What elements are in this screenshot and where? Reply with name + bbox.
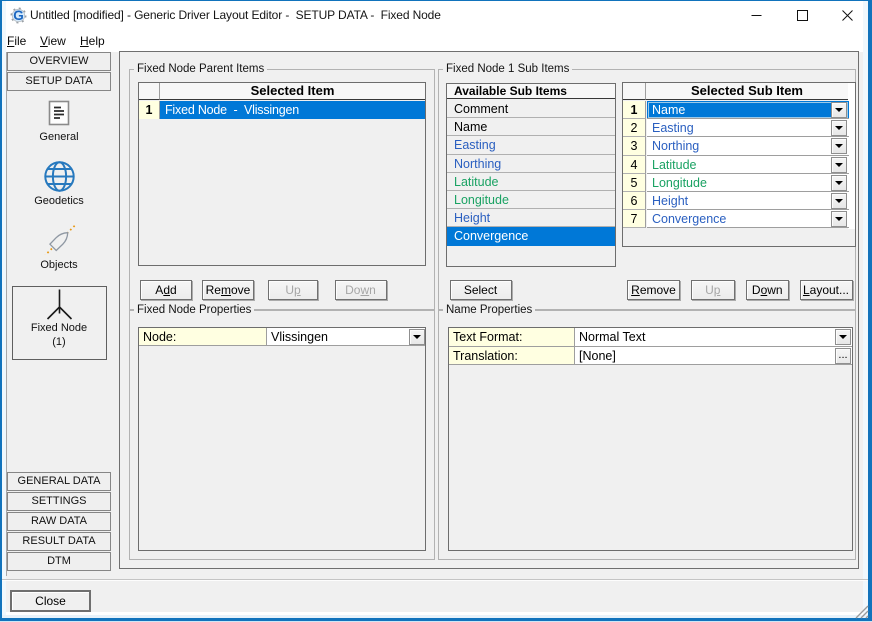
svg-text:G: G [13,8,24,23]
